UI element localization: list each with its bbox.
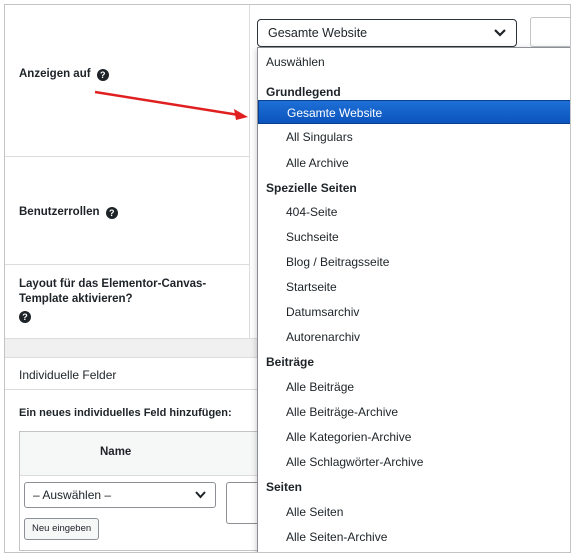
annotation-arrow-icon [94,90,248,120]
settings-panel: Anzeigen auf ? Benutzerrollen ? Layout f… [4,4,571,553]
